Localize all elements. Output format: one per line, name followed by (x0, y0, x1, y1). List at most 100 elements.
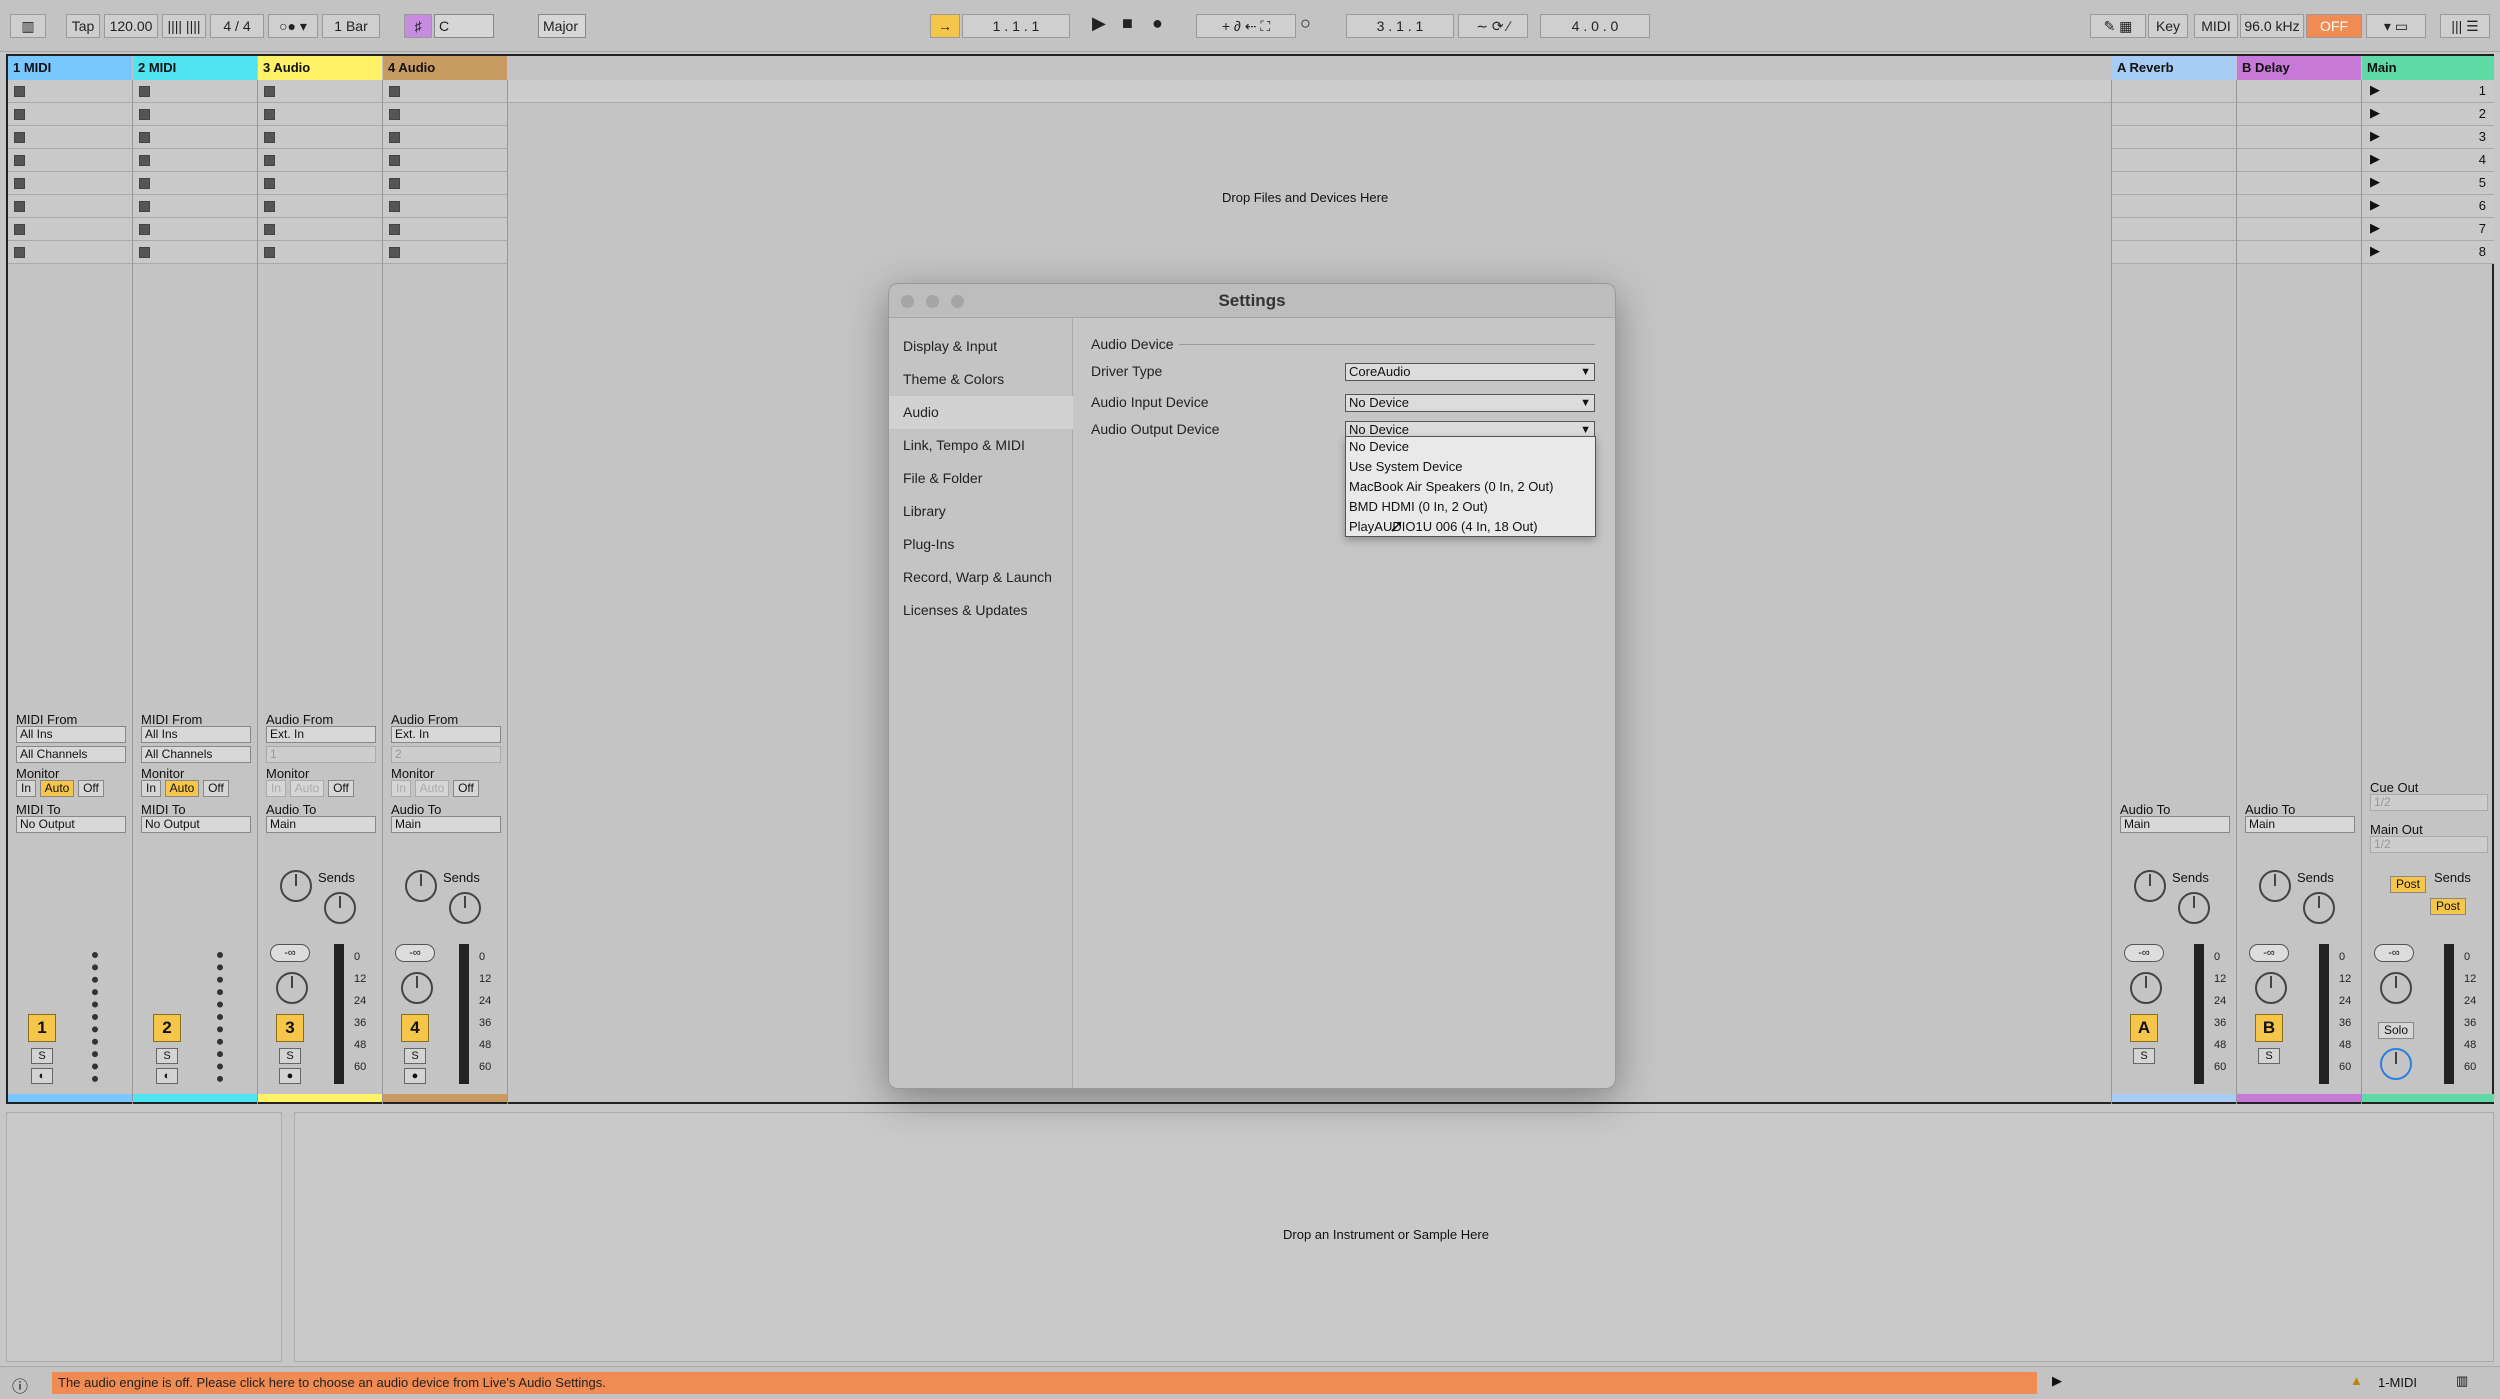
scale-mode-icon[interactable]: ♯ (404, 14, 432, 38)
pan-knob[interactable] (2130, 972, 2162, 1004)
nav-plug-ins[interactable]: Plug-Ins (889, 528, 1073, 561)
arm-icon[interactable]: ◐ (156, 1068, 178, 1084)
volume-fader[interactable] (459, 944, 469, 1084)
monitor-off-button[interactable]: Off (78, 780, 104, 797)
time-signature-field[interactable]: 4 / 4 (210, 14, 264, 38)
monitor-in-button[interactable]: In (16, 780, 36, 797)
audio-to-dropdown[interactable]: Main (391, 816, 501, 833)
output-option-macbook-speakers[interactable]: MacBook Air Speakers (0 In, 2 Out) (1346, 477, 1595, 497)
track-header-3[interactable]: 3 Audio (258, 56, 382, 80)
scene-3[interactable]: 3 (2479, 129, 2486, 144)
arm-icon[interactable]: ● (404, 1068, 426, 1084)
arm-icon[interactable]: ◐ (31, 1068, 53, 1084)
monitor-off-button[interactable]: Off (328, 780, 354, 797)
midi-channel-dropdown[interactable]: All Channels (16, 746, 126, 763)
audio-channel-dropdown[interactable]: 2 (391, 746, 501, 763)
return-header-b[interactable]: B Delay (2237, 56, 2361, 80)
arm-icon[interactable]: ● (279, 1068, 301, 1084)
send-b-knob[interactable] (2303, 892, 2335, 924)
draw-mode-icon[interactable]: ✎ ▦ (2090, 14, 2146, 38)
record-icon[interactable]: ● (1152, 13, 1163, 34)
cue-out-dropdown[interactable]: 1/2 (2370, 794, 2488, 811)
pan-knob[interactable] (401, 972, 433, 1004)
track-header-2[interactable]: 2 MIDI (133, 56, 257, 80)
solo-button[interactable]: S (2133, 1048, 2155, 1064)
loop-start-field[interactable]: 3 . 1 . 1 (1346, 14, 1454, 38)
scene-1[interactable]: 1 (2479, 83, 2486, 98)
send-a-knob[interactable] (2134, 870, 2166, 902)
device-drop-area[interactable]: Drop an Instrument or Sample Here (294, 1112, 2494, 1362)
volume-fader[interactable] (2444, 944, 2454, 1084)
output-option-system-device[interactable]: Use System Device (1346, 457, 1595, 477)
audio-to-dropdown[interactable]: Main (266, 816, 376, 833)
monitor-in-button[interactable]: In (391, 780, 411, 797)
audio-to-dropdown[interactable]: Main (2245, 816, 2355, 833)
key-dropdown[interactable]: C (434, 14, 494, 38)
info-icon[interactable]: ⓘ (12, 1373, 28, 1397)
midi-from-dropdown[interactable]: All Ins (141, 726, 251, 743)
return-header-a[interactable]: A Reverb (2112, 56, 2236, 80)
scene-4[interactable]: 4 (2479, 152, 2486, 167)
volume-field[interactable]: -∞ (2374, 944, 2414, 962)
solo-button[interactable]: S (31, 1048, 53, 1064)
tempo-field[interactable]: 120.00 (104, 14, 158, 38)
monitor-in-button[interactable]: In (141, 780, 161, 797)
menu-icon[interactable]: ||| ☰ (2440, 14, 2490, 38)
midi-from-dropdown[interactable]: All Ins (16, 726, 126, 743)
monitor-auto-button[interactable]: Auto (290, 780, 324, 797)
volume-fader[interactable] (2194, 944, 2204, 1084)
pan-knob[interactable] (2255, 972, 2287, 1004)
volume-field[interactable]: -∞ (2124, 944, 2164, 962)
stop-icon[interactable]: ■ (1122, 13, 1133, 34)
play-clip-icon[interactable]: ▶ (2052, 1373, 2062, 1389)
post-button-b[interactable]: Post (2430, 898, 2466, 915)
monitor-off-button[interactable]: Off (453, 780, 479, 797)
nav-licenses-updates[interactable]: Licenses & Updates (889, 594, 1073, 627)
post-button-a[interactable]: Post (2390, 876, 2426, 893)
audio-from-dropdown[interactable]: Ext. In (391, 726, 501, 743)
send-a-knob[interactable] (405, 870, 437, 902)
main-header[interactable]: Main (2362, 56, 2494, 80)
loop-length-field[interactable]: 4 . 0 . 0 (1540, 14, 1650, 38)
midi-to-dropdown[interactable]: No Output (16, 816, 126, 833)
send-a-knob[interactable] (2259, 870, 2291, 902)
scene-8[interactable]: 8 (2479, 244, 2486, 259)
solo-button[interactable]: S (2258, 1048, 2280, 1064)
volume-fader[interactable] (2319, 944, 2329, 1084)
send-a-knob[interactable] (280, 870, 312, 902)
audio-engine-warning[interactable]: The audio engine is off. Please click he… (52, 1372, 2037, 1394)
tap-tempo-button[interactable]: Tap (66, 14, 100, 38)
nav-library[interactable]: Library (889, 495, 1073, 528)
zoom-window-icon[interactable] (951, 295, 964, 308)
monitor-off-button[interactable]: Off (203, 780, 229, 797)
capture-icon[interactable]: ○ (1300, 13, 1311, 34)
send-b-knob[interactable] (449, 892, 481, 924)
cue-volume-knob[interactable] (2380, 1048, 2412, 1080)
pan-knob[interactable] (2380, 972, 2412, 1004)
monitor-auto-button[interactable]: Auto (165, 780, 199, 797)
nav-file-folder[interactable]: File & Folder (889, 462, 1073, 495)
follow-icon[interactable]: → (930, 14, 960, 38)
track-activator-3[interactable]: 3 (276, 1014, 304, 1042)
scene-7[interactable]: 7 (2479, 221, 2486, 236)
driver-type-dropdown[interactable]: CoreAudio ▼ (1345, 363, 1595, 381)
quantize-dropdown[interactable]: 1 Bar (322, 14, 380, 38)
return-activator-b[interactable]: B (2255, 1014, 2283, 1042)
nav-link-tempo-midi[interactable]: Link, Tempo & MIDI (889, 429, 1073, 462)
monitor-in-button[interactable]: In (266, 780, 286, 797)
track-header-1[interactable]: 1 MIDI (8, 56, 132, 80)
nudge-icon[interactable]: |||| |||| (162, 14, 206, 38)
scene-5[interactable]: 5 (2479, 175, 2486, 190)
nav-audio[interactable]: Audio (889, 396, 1073, 429)
solo-button[interactable]: S (156, 1048, 178, 1064)
audio-from-dropdown[interactable]: Ext. In (266, 726, 376, 743)
solo-button[interactable]: S (279, 1048, 301, 1064)
output-option-playaudio[interactable]: PlayAUDIO1U 006 (4 In, 18 Out) (1346, 517, 1595, 537)
volume-field[interactable]: -∞ (270, 944, 310, 962)
track-activator-2[interactable]: 2 (153, 1014, 181, 1042)
send-b-knob[interactable] (2178, 892, 2210, 924)
close-window-icon[interactable] (901, 295, 914, 308)
output-option-bmd-hdmi[interactable]: BMD HDMI (0 In, 2 Out) (1346, 497, 1595, 517)
volume-field[interactable]: -∞ (395, 944, 435, 962)
overdub-automation-icons[interactable]: + ∂ ⇠ ⛶ (1196, 14, 1296, 38)
